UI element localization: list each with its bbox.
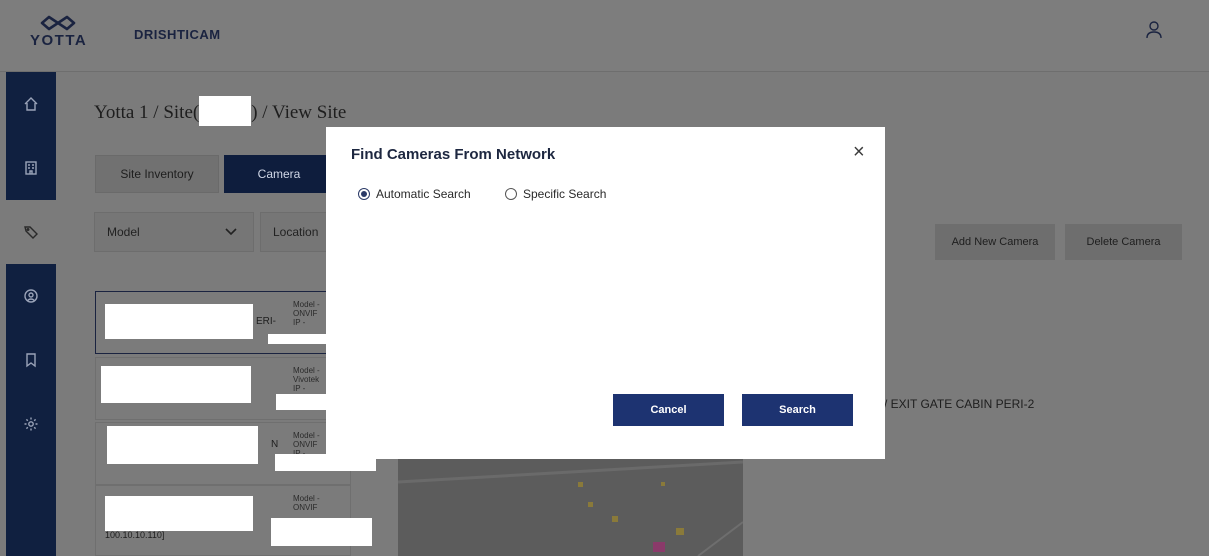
redaction-block xyxy=(268,334,326,344)
top-header: YOTTA DRISHTICAM xyxy=(0,0,1209,72)
sidebar-item-home[interactable] xyxy=(6,72,56,136)
delete-camera-button[interactable]: Delete Camera xyxy=(1065,224,1182,260)
camera-meta: Model - Vivotek IP - xyxy=(293,366,320,393)
logo-text: YOTTA xyxy=(30,32,88,49)
bookmark-icon xyxy=(26,353,36,368)
close-icon[interactable]: × xyxy=(853,142,865,162)
camera-name-fragment: ERI- xyxy=(256,316,276,327)
sidebar-item-users[interactable] xyxy=(6,264,56,328)
camera-feed-thumbnail xyxy=(397,452,744,556)
modal-title: Find Cameras From Network xyxy=(351,146,556,163)
gear-icon xyxy=(24,417,38,431)
camera-model-label: Model - xyxy=(293,366,320,375)
camera-meta: Model - ONVIF xyxy=(293,494,320,512)
sidebar-item-settings[interactable] xyxy=(6,392,56,456)
add-new-camera-button[interactable]: Add New Camera xyxy=(935,224,1055,260)
specific-search-label: Specific Search xyxy=(523,187,607,201)
app-brand-name: DRISHTICAM xyxy=(134,27,221,42)
model-filter-dropdown[interactable]: Model xyxy=(94,212,254,252)
search-button[interactable]: Search xyxy=(742,394,853,426)
location-filter-label: Location xyxy=(273,225,319,239)
selected-camera-label: / EXIT GATE CABIN PERI-2 xyxy=(884,397,1035,411)
camera-preview-image xyxy=(397,452,744,556)
home-icon xyxy=(24,97,38,111)
yotta-logo-mark-icon xyxy=(40,15,76,31)
model-filter-label: Model xyxy=(107,225,140,239)
camera-model-label: Model - xyxy=(293,494,320,503)
camera-model-label: Model - xyxy=(293,431,320,440)
redacted-site-name xyxy=(199,96,252,126)
automatic-search-label: Automatic Search xyxy=(376,187,471,201)
camera-model-value: ONVIF xyxy=(293,309,318,318)
redaction-block xyxy=(101,366,251,403)
user-circle-icon xyxy=(24,289,38,303)
automatic-search-radio[interactable]: Automatic Search xyxy=(358,187,471,201)
camera-name-fragment: N xyxy=(271,439,279,450)
sidebar-item-inventory[interactable] xyxy=(6,200,56,264)
camera-model-label: Model - xyxy=(293,300,320,309)
sidebar-item-sites[interactable] xyxy=(6,136,56,200)
user-profile-icon[interactable] xyxy=(1144,20,1164,45)
breadcrumb-prefix: Yotta 1 / Site( xyxy=(94,102,200,123)
camera-model-value: Vivotek xyxy=(293,375,320,384)
radio-checked-icon[interactable] xyxy=(358,188,370,200)
chevron-down-icon xyxy=(225,228,237,236)
redaction-block xyxy=(107,426,258,464)
tag-icon xyxy=(24,226,38,239)
sidebar-item-bookmarks[interactable] xyxy=(6,328,56,392)
redaction-block xyxy=(105,496,253,531)
find-cameras-modal: Find Cameras From Network × Automatic Se… xyxy=(326,127,885,459)
yotta-logo: YOTTA xyxy=(30,15,86,49)
cancel-button[interactable]: Cancel xyxy=(613,394,724,426)
specific-search-radio[interactable]: Specific Search xyxy=(505,187,606,201)
camera-meta: Model - ONVIF IP - xyxy=(293,300,320,327)
breadcrumb: Yotta 1 / Site( ) / View Site xyxy=(94,96,346,126)
camera-model-value: ONVIF xyxy=(293,440,318,449)
radio-unchecked-icon[interactable] xyxy=(505,188,517,200)
left-sidebar xyxy=(6,72,56,556)
building-icon xyxy=(25,161,37,175)
camera-ip-label: IP - xyxy=(293,384,306,393)
camera-model-value: ONVIF xyxy=(293,503,318,512)
camera-ip-label: IP - xyxy=(293,318,306,327)
tab-camera[interactable]: Camera xyxy=(224,155,334,193)
redaction-block xyxy=(271,518,372,546)
tab-site-inventory[interactable]: Site Inventory xyxy=(95,155,219,193)
camera-ip-fragment: 100.10.10.110] xyxy=(105,530,165,540)
breadcrumb-suffix: ) / View Site xyxy=(251,102,347,123)
redaction-block xyxy=(105,304,253,339)
